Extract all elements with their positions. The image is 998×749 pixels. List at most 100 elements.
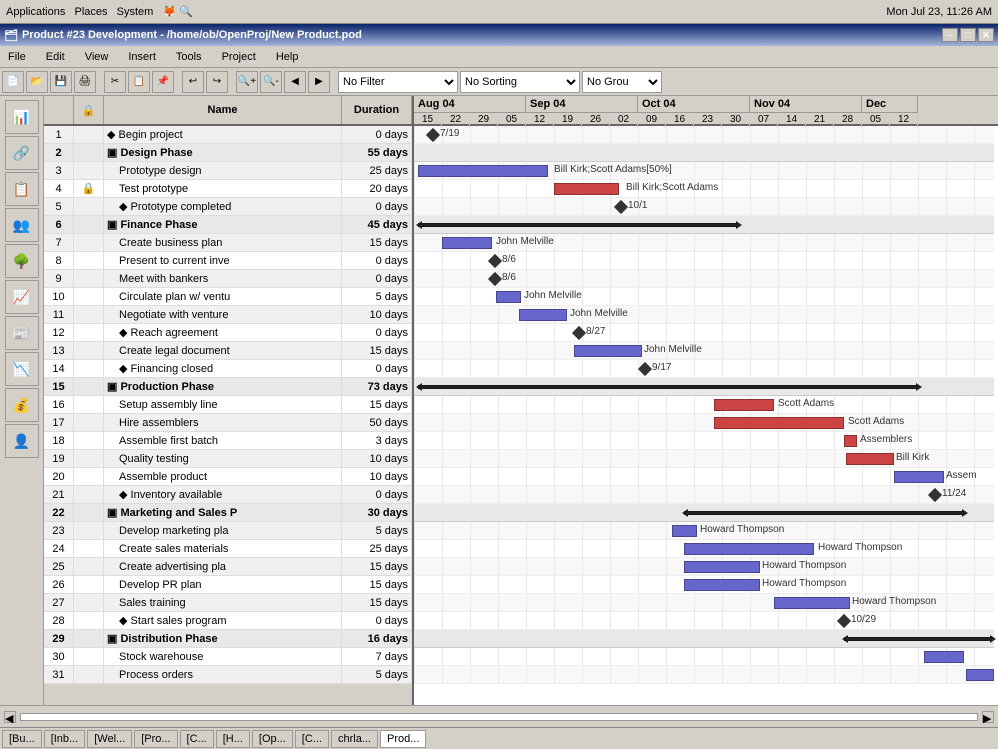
menu-insert[interactable]: Insert <box>124 49 160 65</box>
table-row[interactable]: 11 Negotiate with venture 10 days <box>44 306 412 324</box>
table-row[interactable]: 5 ◆ Prototype completed 0 days <box>44 198 412 216</box>
close-button[interactable]: ✕ <box>978 28 994 42</box>
gantt-task-bar[interactable] <box>846 453 894 465</box>
pert-view-btn[interactable]: 📈 <box>5 280 39 314</box>
gantt-task-bar[interactable] <box>714 399 774 411</box>
table-row[interactable]: 23 Develop marketing pla 5 days <box>44 522 412 540</box>
gantt-task-bar[interactable] <box>418 165 548 177</box>
gantt-task-bar[interactable] <box>966 669 994 681</box>
cost-view-btn[interactable]: 💰 <box>5 388 39 422</box>
gantt-task-bar[interactable] <box>672 525 697 537</box>
menu-file[interactable]: File <box>4 49 30 65</box>
table-row[interactable]: 1 ◆ Begin project 0 days <box>44 126 412 144</box>
gantt-task-bar[interactable] <box>894 471 944 483</box>
table-row[interactable]: 2 ▣ Design Phase 55 days <box>44 144 412 162</box>
scroll-left[interactable]: ◀ <box>4 711 16 723</box>
table-row[interactable]: 4 🔒 Test prototype 20 days <box>44 180 412 198</box>
table-row[interactable]: 27 Sales training 15 days <box>44 594 412 612</box>
zoom-in-button[interactable]: 🔍+ <box>236 71 258 93</box>
resource-graph-btn[interactable]: 👤 <box>5 424 39 458</box>
save-button[interactable]: 💾 <box>50 71 72 93</box>
gantt-task-bar[interactable] <box>574 345 642 357</box>
nav-prev[interactable]: ◀ <box>284 71 306 93</box>
print-button[interactable]: 🖨 <box>74 71 96 93</box>
zoom-out-button[interactable]: 🔍- <box>260 71 282 93</box>
menu-project[interactable]: Project <box>218 49 260 65</box>
table-row[interactable]: 24 Create sales materials 25 days <box>44 540 412 558</box>
table-row[interactable]: 26 Develop PR plan 15 days <box>44 576 412 594</box>
taskbar-item[interactable]: [C... <box>180 730 214 748</box>
taskbar-item[interactable]: chrla... <box>331 730 378 748</box>
paste-button[interactable]: 📌 <box>152 71 174 93</box>
title-bar-controls[interactable]: ─ □ ✕ <box>942 28 994 42</box>
gantt-task-bar[interactable] <box>554 183 619 195</box>
table-row[interactable]: 30 Stock warehouse 7 days <box>44 648 412 666</box>
taskbar-item[interactable]: [Op... <box>252 730 293 748</box>
gantt-task-bar[interactable] <box>684 543 814 555</box>
table-row[interactable]: 31 Process orders 5 days <box>44 666 412 684</box>
redo-button[interactable]: ↪ <box>206 71 228 93</box>
table-row[interactable]: 20 Assemble product 10 days <box>44 468 412 486</box>
task-view-btn[interactable]: 📋 <box>5 172 39 206</box>
cut-button[interactable]: ✂ <box>104 71 126 93</box>
table-row[interactable]: 6 ▣ Finance Phase 45 days <box>44 216 412 234</box>
table-row[interactable]: 18 Assemble first batch 3 days <box>44 432 412 450</box>
new-button[interactable]: 📄 <box>2 71 24 93</box>
gantt-task-bar[interactable] <box>924 651 964 663</box>
gantt-task-bar[interactable] <box>844 435 857 447</box>
taskbar-item[interactable]: Prod... <box>380 730 426 748</box>
filter-select[interactable]: No Filter <box>338 71 458 93</box>
minimize-button[interactable]: ─ <box>942 28 958 42</box>
taskbar-item[interactable]: [H... <box>216 730 250 748</box>
taskbar-item[interactable]: [Bu... <box>2 730 42 748</box>
gantt-view-btn[interactable]: 📊 <box>5 100 39 134</box>
horizontal-scrollbar[interactable] <box>20 713 978 721</box>
report-view-btn[interactable]: 📰 <box>5 316 39 350</box>
gantt-task-bar[interactable] <box>714 417 844 429</box>
histogram-btn[interactable]: 📉 <box>5 352 39 386</box>
table-row[interactable]: 3 Prototype design 25 days <box>44 162 412 180</box>
undo-button[interactable]: ↩ <box>182 71 204 93</box>
table-row[interactable]: 25 Create advertising pla 15 days <box>44 558 412 576</box>
taskbar-item[interactable]: [C... <box>295 730 329 748</box>
menu-tools[interactable]: Tools <box>172 49 206 65</box>
table-row[interactable]: 12 ◆ Reach agreement 0 days <box>44 324 412 342</box>
copy-button[interactable]: 📋 <box>128 71 150 93</box>
wbs-view-btn[interactable]: 🌳 <box>5 244 39 278</box>
table-row[interactable]: 7 Create business plan 15 days <box>44 234 412 252</box>
gantt-task-bar[interactable] <box>442 237 492 249</box>
scroll-right[interactable]: ▶ <box>982 711 994 723</box>
sort-select[interactable]: No Sorting <box>460 71 580 93</box>
menu-edit[interactable]: Edit <box>42 49 69 65</box>
gantt-task-bar[interactable] <box>519 309 567 321</box>
gantt-area[interactable]: Aug 0415222905Sep 0412192602Oct 04091623… <box>414 96 998 705</box>
taskbar-item[interactable]: [Wel... <box>87 730 132 748</box>
network-view-btn[interactable]: 🔗 <box>5 136 39 170</box>
table-row[interactable]: 16 Setup assembly line 15 days <box>44 396 412 414</box>
open-button[interactable]: 📂 <box>26 71 48 93</box>
nav-next[interactable]: ▶ <box>308 71 330 93</box>
table-row[interactable]: 29 ▣ Distribution Phase 16 days <box>44 630 412 648</box>
table-row[interactable]: 8 Present to current inve 0 days <box>44 252 412 270</box>
menu-view[interactable]: View <box>81 49 113 65</box>
table-row[interactable]: 13 Create legal document 15 days <box>44 342 412 360</box>
menu-help[interactable]: Help <box>272 49 303 65</box>
table-row[interactable]: 17 Hire assemblers 50 days <box>44 414 412 432</box>
table-row[interactable]: 14 ◆ Financing closed 0 days <box>44 360 412 378</box>
table-row[interactable]: 9 Meet with bankers 0 days <box>44 270 412 288</box>
resource-view-btn[interactable]: 👥 <box>5 208 39 242</box>
taskbar-item[interactable]: [Inb... <box>44 730 86 748</box>
maximize-button[interactable]: □ <box>960 28 976 42</box>
table-row[interactable]: 22 ▣ Marketing and Sales P 30 days <box>44 504 412 522</box>
table-row[interactable]: 10 Circulate plan w/ ventu 5 days <box>44 288 412 306</box>
gantt-task-bar[interactable] <box>496 291 521 303</box>
table-row[interactable]: 21 ◆ Inventory available 0 days <box>44 486 412 504</box>
group-select[interactable]: No Grou <box>582 71 662 93</box>
table-row[interactable]: 19 Quality testing 10 days <box>44 450 412 468</box>
table-row[interactable]: 15 ▣ Production Phase 73 days <box>44 378 412 396</box>
gantt-task-bar[interactable] <box>684 561 760 573</box>
gantt-task-bar[interactable] <box>774 597 850 609</box>
taskbar-item[interactable]: [Pro... <box>134 730 177 748</box>
gantt-task-bar[interactable] <box>684 579 760 591</box>
table-row[interactable]: 28 ◆ Start sales program 0 days <box>44 612 412 630</box>
